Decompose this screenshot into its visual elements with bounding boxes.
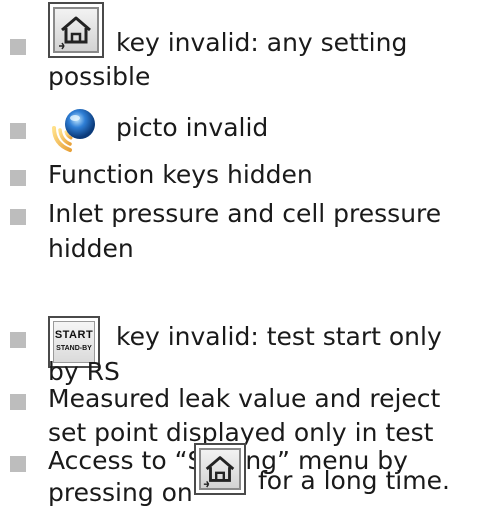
- home-key-icon: [48, 2, 104, 58]
- standby-key-label: STAND-BY: [56, 345, 92, 352]
- start-key-label: START: [54, 329, 94, 341]
- item-text-continued: hidden: [48, 234, 134, 263]
- item-text-continued: possible: [48, 62, 151, 91]
- feature-list: key invalid: any setting possible picto …: [0, 0, 481, 507]
- bullet-icon: [10, 209, 26, 225]
- bullet-icon: [10, 123, 26, 139]
- bullet-icon: [10, 332, 26, 348]
- item-text: Function keys hidden: [48, 160, 313, 189]
- audio-picto-icon: [48, 104, 100, 156]
- item-text-continued: by RS: [48, 357, 120, 386]
- item-text: Measured leak value and reject: [48, 384, 441, 413]
- item-text: key invalid: any setting: [116, 28, 408, 57]
- item-text-end: for a long time.: [258, 466, 450, 495]
- home-key-icon: [194, 443, 246, 495]
- bullet-icon: [10, 170, 26, 186]
- item-text-continued: pressing on: [48, 478, 193, 507]
- bullet-icon: [10, 394, 26, 410]
- bullet-icon: [10, 39, 26, 55]
- item-text: key invalid: test start only: [116, 322, 442, 351]
- bullet-icon: [10, 456, 26, 472]
- item-text: picto invalid: [116, 113, 269, 142]
- item-text: Inlet pressure and cell pressure: [48, 199, 442, 228]
